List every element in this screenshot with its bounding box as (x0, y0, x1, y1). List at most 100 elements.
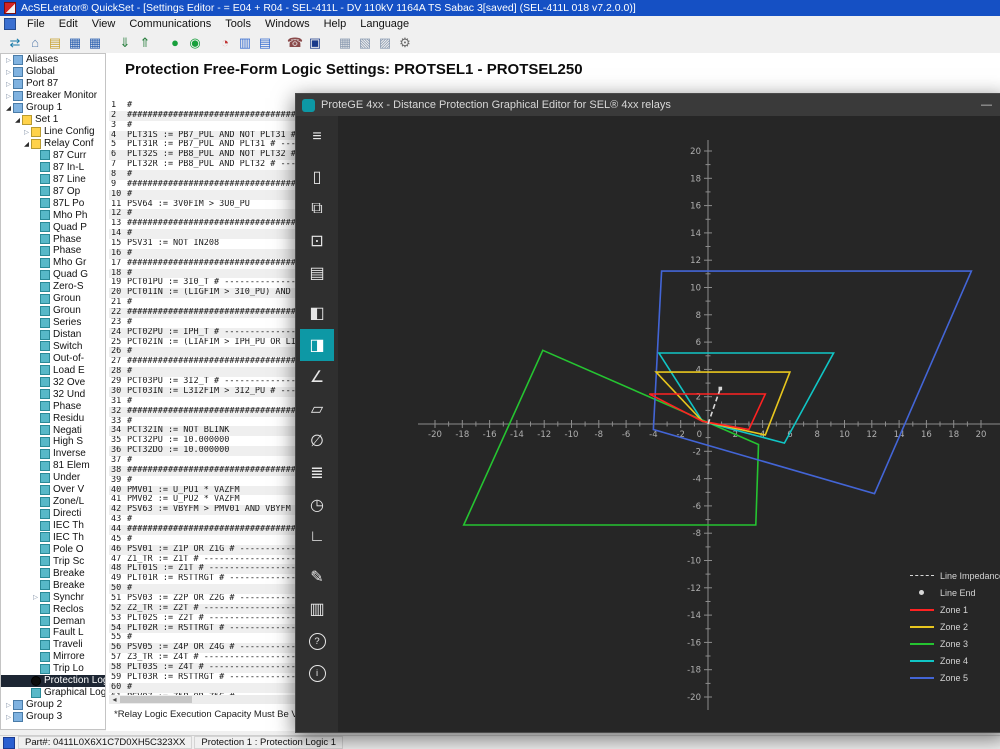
tree-item-87-line[interactable]: 87 Line (1, 173, 105, 185)
tree-item-protection-log[interactable]: Protection Log (1, 674, 105, 687)
tree-item-32-ove[interactable]: 32 Ove (1, 376, 105, 388)
control-window-icon[interactable]: ▥ (235, 34, 255, 52)
tree-item-directi[interactable]: Directi (1, 508, 105, 520)
connect-icon[interactable]: ● (165, 34, 185, 52)
tree-item-breake[interactable]: Breake (1, 567, 105, 579)
scroll-thumb[interactable] (120, 696, 192, 703)
impedance-chart-svg[interactable]: -20-20-18-18-16-16-14-14-12-12-10-10-8-8… (338, 116, 1000, 732)
tree-item-aliases[interactable]: ▷ Aliases (1, 54, 105, 66)
tree-item-under[interactable]: Under (1, 472, 105, 484)
tree-item-phase[interactable]: Phase (1, 400, 105, 412)
expander-icon[interactable]: ▷ (22, 128, 31, 136)
expander-icon[interactable]: ◢ (22, 140, 31, 148)
tree-item-phase[interactable]: Phase (1, 245, 105, 257)
tree-item-relay-conf[interactable]: ◢ Relay Conf (1, 138, 105, 150)
save-icon[interactable]: ▦ (65, 34, 85, 52)
quad-plane-icon[interactable]: ◨ (300, 329, 334, 361)
menu-communications[interactable]: Communications (122, 18, 218, 30)
tree-item-87-curr[interactable]: 87 Curr (1, 150, 105, 162)
layout-icon[interactable]: ▨ (375, 34, 395, 52)
tree-item-breaker-monitor[interactable]: ▷ Breaker Monitor (1, 90, 105, 102)
timer-icon[interactable]: ◷ (300, 489, 334, 521)
tree-item-32-und[interactable]: 32 Und (1, 388, 105, 400)
expander-icon[interactable]: ▷ (4, 713, 13, 721)
mho-circle-icon[interactable]: ∅ (300, 425, 334, 457)
menu-file[interactable]: File (20, 18, 52, 30)
tree-item-line-config[interactable]: ▷ Line Config (1, 126, 105, 138)
phasor-angle-icon[interactable]: ∠ (300, 361, 334, 393)
tree-item-inverse[interactable]: Inverse (1, 448, 105, 460)
tree-item-group-1[interactable]: ◢ Group 1 (1, 102, 105, 114)
expander-icon[interactable]: ▷ (4, 56, 13, 64)
menu-icon[interactable]: ≡ (300, 121, 334, 153)
info-icon[interactable]: i (300, 657, 334, 689)
snapshot-icon[interactable]: ⊡ (300, 225, 334, 257)
copy-page-icon[interactable]: ⧉ (300, 193, 334, 225)
titlebar[interactable]: AcSELerator® QuickSet - [Settings Editor… (0, 0, 1000, 16)
mho-plane-icon[interactable]: ◧ (300, 297, 334, 329)
menu-tools[interactable]: Tools (218, 18, 258, 30)
tree-item-87-in-l[interactable]: 87 In-L (1, 161, 105, 173)
expander-icon[interactable]: ▷ (4, 80, 13, 88)
zone-3-polygon[interactable] (462, 349, 760, 526)
tree-item-mho-gr[interactable]: Mho Gr (1, 257, 105, 269)
expander-icon[interactable]: ◢ (4, 104, 13, 112)
tree-item-series[interactable]: Series (1, 317, 105, 329)
expander-icon[interactable]: ◢ (13, 116, 22, 124)
tree-item-87l-po[interactable]: 87L Po (1, 197, 105, 209)
source-impedance-icon[interactable]: ≣ (300, 457, 334, 489)
help-icon[interactable]: ? (300, 625, 334, 657)
scroll-left-arrow-icon[interactable]: ◂ (109, 695, 120, 704)
tree-item-breake[interactable]: Breake (1, 579, 105, 591)
expander-icon[interactable]: ▷ (4, 68, 13, 76)
save-all-icon[interactable]: ▦ (85, 34, 105, 52)
comm-parameters-icon[interactable]: ⇄ (5, 34, 25, 52)
edit-zones-icon[interactable]: ✎ (300, 561, 334, 593)
terminal-icon[interactable]: ▣ (305, 34, 325, 52)
phone-modem-icon[interactable]: ☎ (285, 34, 305, 52)
tree-item-trip-lo[interactable]: Trip Lo (1, 663, 105, 675)
quad-zone-icon[interactable]: ▱ (300, 393, 334, 425)
zone-5-polygon[interactable] (652, 270, 973, 495)
home-icon[interactable]: ⌂ (25, 34, 45, 52)
tree-item-negati[interactable]: Negati (1, 424, 105, 436)
tree-item-synchr[interactable]: ▷ Synchr (1, 591, 105, 603)
tree-item-traveli[interactable]: Traveli (1, 639, 105, 651)
notebook-icon[interactable]: ▤ (45, 34, 65, 52)
menu-language[interactable]: Language (353, 18, 416, 30)
tree-item-port-87[interactable]: ▷ Port 87 (1, 78, 105, 90)
tree-item-group-3[interactable]: ▷ Group 3 (1, 711, 105, 723)
protege-titlebar[interactable]: ProteGE 4xx - Distance Protection Graphi… (296, 94, 1000, 116)
report-icon[interactable]: ▥ (300, 593, 334, 625)
characteristic-curve-icon[interactable]: ∟ (300, 521, 334, 553)
tree-item-global[interactable]: ▷ Global (1, 66, 105, 78)
menu-help[interactable]: Help (317, 18, 354, 30)
tree-item-87-op[interactable]: 87 Op (1, 185, 105, 197)
expander-icon[interactable]: ▷ (4, 701, 13, 709)
tree-item-over-v[interactable]: Over V (1, 484, 105, 496)
tree-item-quad-p[interactable]: Quad P (1, 221, 105, 233)
tree-item-load-e[interactable]: Load E (1, 364, 105, 376)
disconnect-icon[interactable]: ◉ (185, 34, 205, 52)
tree-item-mirrore[interactable]: Mirrore (1, 651, 105, 663)
tree-item-switch[interactable]: Switch (1, 341, 105, 353)
line-end-marker[interactable] (718, 386, 723, 391)
tree-item-residu[interactable]: Residu (1, 412, 105, 424)
minimize-button[interactable]: — (981, 99, 992, 111)
menu-view[interactable]: View (85, 18, 123, 30)
tree-item-groun[interactable]: Groun (1, 293, 105, 305)
tree-item-phase[interactable]: Phase (1, 233, 105, 245)
tree-item-set-1[interactable]: ◢ Set 1 (1, 114, 105, 126)
read-settings-icon[interactable]: ⇓ (115, 34, 135, 52)
tree-item-fault-l[interactable]: Fault L (1, 627, 105, 639)
settings-gear-icon[interactable]: ⚙ (395, 34, 415, 52)
tree-item-high-s[interactable]: High S (1, 436, 105, 448)
tree-item-mho-ph[interactable]: Mho Ph (1, 209, 105, 221)
tree-item-quad-g[interactable]: Quad G (1, 269, 105, 281)
menu-edit[interactable]: Edit (52, 18, 85, 30)
print-icon[interactable]: ▤ (300, 257, 334, 289)
tree-item-graphical-logi[interactable]: Graphical Logi (1, 687, 105, 699)
tree-item-out-of-[interactable]: Out-of- (1, 352, 105, 364)
tree-item-iec-th[interactable]: IEC Th (1, 520, 105, 532)
tree-item-pole-o[interactable]: Pole O (1, 543, 105, 555)
